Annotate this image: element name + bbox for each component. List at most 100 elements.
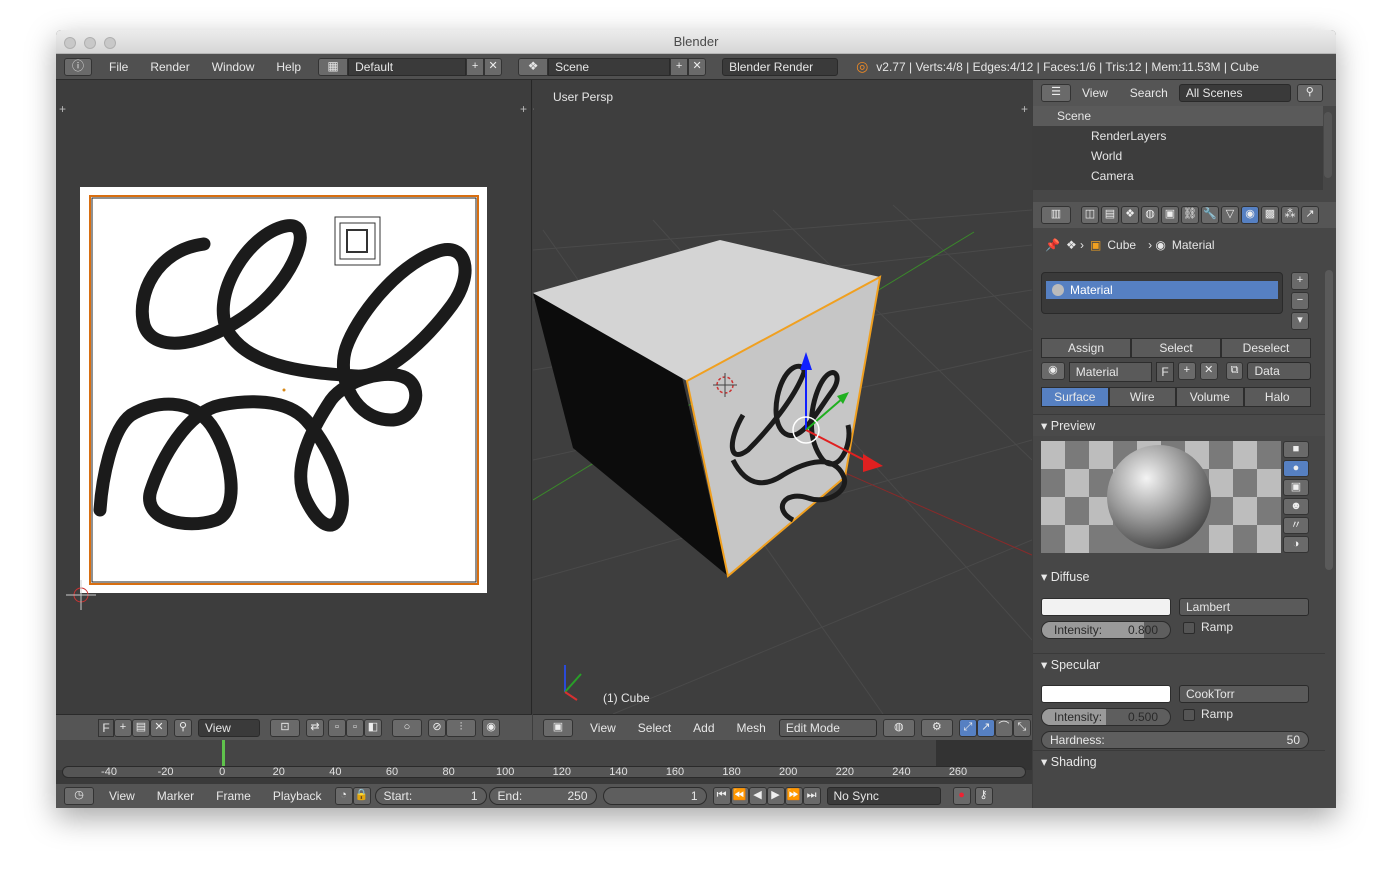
pin-breadcrumb-icon[interactable]: 📌 (1045, 238, 1060, 252)
current-frame-field[interactable]: 1 (602, 787, 707, 805)
render-preview-icon[interactable]: ◉ (482, 718, 500, 737)
modifiers-tab-icon[interactable]: 🔧 (1201, 206, 1219, 224)
jump-keyframe-back-icon[interactable]: ⏪ (730, 787, 749, 805)
start-frame-field[interactable]: Start: 1 (374, 787, 487, 805)
wire-tab[interactable]: Wire (1108, 387, 1176, 407)
outliner-filter-select[interactable]: All Scenes (1178, 84, 1291, 102)
plus-corner-right-icon[interactable]: + (520, 102, 527, 116)
jump-keyframe-forward-icon[interactable]: ⏩ (784, 787, 803, 805)
minimize-window-button[interactable] (84, 37, 96, 49)
translate-manipulator-icon[interactable]: ↗ (976, 718, 995, 737)
slot-menu-icon[interactable]: ▾ (1291, 312, 1309, 330)
jump-start-icon[interactable]: ⏮ (712, 787, 731, 805)
zoom-window-button[interactable] (104, 37, 116, 49)
outliner-row-renderlayers[interactable]: RenderLayers (1033, 126, 1323, 146)
texture-tab-icon[interactable]: ▩ (1261, 206, 1279, 224)
layout-icon[interactable]: ▦ (318, 57, 349, 76)
jump-end-icon[interactable]: ⏭ (802, 787, 821, 805)
scene-tab-icon[interactable]: ❖ (1121, 206, 1139, 224)
3d-viewport[interactable]: + + User Persp (1) Cube (533, 80, 1032, 714)
manipulator-toggle-icon[interactable]: ⤢ (958, 718, 977, 737)
particles-tab-icon[interactable]: ⁂ (1281, 206, 1299, 224)
new-image-icon[interactable]: + (114, 718, 132, 737)
viewport-mesh-menu[interactable]: Mesh (726, 721, 777, 735)
edge-select-icon[interactable]: ▫ (346, 718, 364, 737)
link-data-select[interactable]: Data (1247, 362, 1311, 380)
lock-icon[interactable]: 🔒 (352, 787, 371, 805)
play-icon[interactable]: ▶ (766, 787, 785, 805)
constraints-tab-icon[interactable]: ⛓ (1181, 206, 1199, 224)
outliner-tree[interactable]: Scene RenderLayers World Camera (1033, 106, 1323, 190)
sync-selection-icon[interactable]: ⇄ (306, 718, 324, 737)
specular-color-swatch[interactable] (1041, 685, 1171, 703)
diffuse-section-header[interactable]: ▾ Diffuse (1033, 566, 1325, 588)
shading-mode-icon[interactable]: ◍ (882, 718, 915, 737)
close-window-button[interactable] (64, 37, 76, 49)
play-reverse-icon[interactable]: ◀ (748, 787, 767, 805)
unlink-image-icon[interactable]: ✕ (150, 718, 168, 737)
editor-type-icon[interactable]: ▣ (543, 718, 573, 737)
uv-image-canvas[interactable]: + + (56, 80, 532, 714)
outliner-row-camera[interactable]: Camera (1033, 166, 1323, 186)
render-layers-tab-icon[interactable]: ▤ (1101, 206, 1119, 224)
material-slot-row[interactable]: Material (1046, 281, 1278, 299)
data-tab-icon[interactable]: ▽ (1221, 206, 1239, 224)
add-layout-icon[interactable]: + (466, 57, 485, 76)
scene-icon[interactable]: ❖ (518, 57, 549, 76)
surface-tab[interactable]: Surface (1041, 387, 1109, 407)
uv-image-editor[interactable]: + + (56, 80, 532, 714)
menu-help[interactable]: Help (265, 60, 312, 74)
material-browse-icon[interactable]: ◉ (1041, 362, 1065, 380)
menu-render[interactable]: Render (139, 60, 200, 74)
render-tab-icon[interactable]: ◫ (1081, 206, 1099, 224)
vertex-select-icon[interactable]: ▫ (328, 718, 346, 737)
diffuse-color-swatch[interactable] (1041, 598, 1171, 616)
face-select-icon[interactable]: ◧ (364, 718, 382, 737)
preview-range-icon[interactable]: ◔ (334, 787, 353, 805)
timeline-view-menu[interactable]: View (98, 789, 146, 803)
open-image-icon[interactable]: ▤ (132, 718, 150, 737)
specular-ramp-toggle[interactable]: Ramp (1183, 707, 1233, 721)
link-type-icon[interactable]: ⧉ (1225, 362, 1244, 380)
outliner-search-menu[interactable]: Search (1119, 86, 1179, 100)
plus-corner-icon[interactable]: + (59, 102, 66, 116)
shading-section-header[interactable]: ▾ Shading (1033, 750, 1325, 772)
material-slot-list[interactable]: Material (1041, 272, 1283, 314)
volume-tab[interactable]: Volume (1176, 387, 1244, 407)
proportional-icon[interactable]: ○ (392, 718, 422, 737)
keying-icon[interactable]: ⚷ (974, 787, 993, 805)
menu-window[interactable]: Window (201, 60, 266, 74)
fake-user-button[interactable]: F (98, 718, 114, 737)
outliner-scrollbar[interactable] (1324, 112, 1332, 178)
layout-select[interactable]: Default (348, 57, 467, 76)
info-editor-type-icon[interactable]: ⓘ (64, 57, 92, 76)
unlink-material-icon[interactable]: ✕ (1199, 362, 1218, 380)
deselect-button[interactable]: Deselect (1221, 338, 1311, 358)
menu-file[interactable]: File (98, 60, 139, 74)
properties-scrollbar[interactable] (1325, 270, 1333, 570)
viewport-add-menu[interactable]: Add (682, 721, 725, 735)
render-engine-select[interactable]: Blender Render (722, 57, 839, 76)
remove-layout-icon[interactable]: ✕ (484, 57, 503, 76)
outliner-type-icon[interactable]: ☰ (1041, 84, 1071, 102)
assign-button[interactable]: Assign (1041, 338, 1131, 358)
viewport-canvas[interactable]: + + (533, 80, 1032, 714)
pin-icon[interactable]: ⚲ (174, 718, 192, 737)
remove-slot-icon[interactable]: − (1291, 292, 1309, 310)
view-menu[interactable]: View (198, 718, 260, 737)
hardness-field[interactable]: Hardness: 50 (1041, 731, 1309, 749)
pivot-icon[interactable]: ⊡ (270, 718, 300, 737)
material-fake-user-button[interactable]: F (1156, 362, 1174, 382)
snap-icon[interactable]: ⊘ (428, 718, 446, 737)
select-button[interactable]: Select (1131, 338, 1221, 358)
diffuse-intensity-field[interactable]: Intensity: 0.800 (1041, 621, 1171, 639)
remove-scene-icon[interactable]: ✕ (688, 57, 707, 76)
timeline-marker-menu[interactable]: Marker (146, 789, 205, 803)
specular-ramp-checkbox[interactable] (1183, 708, 1195, 721)
specular-section-header[interactable]: ▾ Specular (1033, 653, 1325, 675)
object-tab-icon[interactable]: ▣ (1161, 206, 1179, 224)
new-material-icon[interactable]: + (1177, 362, 1196, 380)
diffuse-shader-select[interactable]: Lambert (1179, 598, 1309, 616)
pivot-point-icon[interactable]: ⚙ (920, 718, 953, 737)
material-tab-icon[interactable]: ◉ (1241, 206, 1259, 224)
